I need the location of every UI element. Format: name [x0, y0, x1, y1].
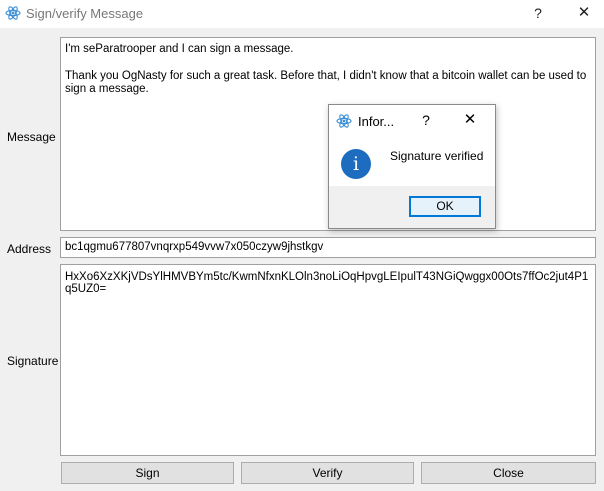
address-label: Address: [7, 242, 52, 256]
help-button[interactable]: ?: [528, 3, 548, 23]
address-input[interactable]: bc1qgmu677807vnqrxp549vvw7x050czyw9jhstk…: [60, 237, 596, 258]
verify-button[interactable]: Verify: [241, 462, 414, 484]
information-icon: i: [341, 149, 371, 179]
dialog-close-button[interactable]: ✕: [461, 111, 479, 129]
message-paragraph: Thank you OgNasty for such a great task.…: [65, 69, 590, 96]
close-button[interactable]: Close: [421, 462, 596, 484]
close-window-button[interactable]: ✕: [573, 3, 595, 23]
window-titlebar: Sign/verify Message ? ✕: [0, 0, 604, 28]
ok-button[interactable]: OK: [409, 196, 481, 217]
information-dialog: Infor... ? ✕ i Signature verified OK: [328, 104, 496, 229]
message-label: Message: [7, 130, 56, 144]
dialog-footer: OK: [329, 186, 495, 228]
message-paragraph: I'm seParatrooper and I can sign a messa…: [65, 43, 294, 55]
window-title: Sign/verify Message: [26, 6, 144, 21]
dialog-help-button[interactable]: ?: [419, 111, 433, 129]
electrum-logo-icon: [336, 114, 352, 128]
electrum-logo-icon: [5, 6, 21, 20]
dialog-titlebar: Infor... ? ✕: [329, 105, 495, 135]
signature-label: Signature: [7, 354, 59, 368]
signature-textarea[interactable]: HxXo6XzXKjVDsYlHMVBYm5tc/KwmNfxnKLOln3no…: [60, 264, 596, 456]
dialog-message: Signature verified: [390, 149, 484, 163]
sign-button[interactable]: Sign: [61, 462, 234, 484]
dialog-title: Infor...: [358, 114, 395, 129]
